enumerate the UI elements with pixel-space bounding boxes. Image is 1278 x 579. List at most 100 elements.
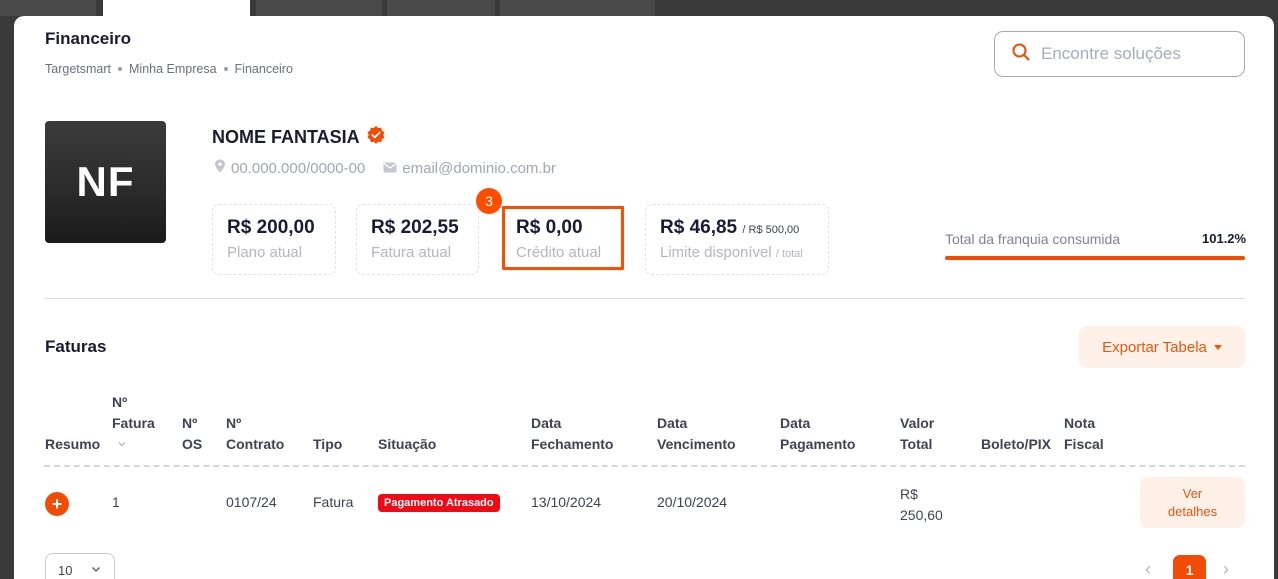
export-table-button[interactable]: Exportar Tabela — [1079, 326, 1245, 368]
stat-label-main: Limite disponível — [660, 244, 772, 261]
caret-down-icon — [1213, 344, 1222, 350]
column-header-line: Total — [900, 436, 933, 452]
column-header-n-fatura[interactable]: Nº Fatura — [112, 392, 155, 455]
pagination-current-page[interactable]: 1 — [1173, 555, 1206, 579]
stat-value-total: / R$ 500,00 — [742, 224, 800, 236]
column-header-line: Data — [531, 415, 562, 431]
search-input[interactable] — [1041, 44, 1221, 64]
franquia-label: Total da franquia consumida — [945, 231, 1121, 247]
column-header-line: Fatura — [112, 415, 155, 431]
company-meta: 00.000.000/0000-00 email@dominio.com.br — [214, 159, 556, 177]
column-header-line: Fechamento — [531, 436, 614, 452]
breadcrumb-item[interactable]: Targetsmart — [45, 62, 111, 76]
column-header-line: Fiscal — [1064, 436, 1104, 452]
company-email[interactable]: email@dominio.com.br — [402, 160, 556, 177]
stat-label: Limite disponível / total — [660, 244, 814, 261]
column-header-n-os[interactable]: Nº OS — [182, 413, 202, 455]
stat-value: R$ 0,00 — [516, 217, 583, 238]
background-tab — [0, 0, 96, 16]
stat-label: Crédito atual — [516, 244, 602, 261]
background-tab-active — [103, 0, 250, 16]
column-header-line: Pagamento — [780, 436, 856, 452]
view-details-label: Ver detalhes — [1168, 485, 1217, 521]
faturas-title: Faturas — [45, 337, 107, 356]
column-header-resumo[interactable]: Resumo — [45, 434, 100, 455]
page-size-value: 10 — [58, 562, 73, 578]
column-header-line: Nº — [112, 394, 128, 410]
column-header-line: Valor — [900, 415, 935, 431]
company-name: NOME FANTASIA — [212, 127, 360, 147]
stat-plano-atual: R$ 200,00 Plano atual — [212, 204, 336, 275]
breadcrumb-item[interactable]: Minha Empresa — [129, 62, 217, 76]
column-header-nota-fiscal[interactable]: Nota Fiscal — [1064, 413, 1104, 455]
main-card: Financeiro Targetsmart Minha Empresa Fin… — [14, 16, 1274, 579]
column-header-line: Contrato — [226, 436, 285, 452]
export-table-label: Exportar Tabela — [1102, 338, 1207, 356]
verified-icon — [366, 125, 386, 150]
search-box[interactable] — [994, 31, 1245, 77]
avatar: NF — [45, 121, 166, 243]
pagination-prev-button[interactable]: ‹ — [1145, 559, 1151, 579]
company-name-row: NOME FANTASIA — [212, 125, 386, 150]
column-header-line: Nº — [226, 415, 242, 431]
cell-line: 250,60 — [900, 507, 943, 523]
envelope-icon — [383, 160, 397, 177]
column-header-line: Nº — [182, 415, 198, 431]
table-header-divider — [44, 465, 1245, 467]
view-details-line: detalhes — [1167, 503, 1218, 519]
email-info: email@dominio.com.br — [383, 160, 556, 177]
divider — [44, 298, 1245, 299]
column-header-valor-total[interactable]: Valor Total — [900, 413, 934, 455]
column-header-line: Data — [780, 415, 811, 431]
cell-n-fatura: 1 — [112, 494, 120, 510]
column-header-tipo[interactable]: Tipo — [313, 434, 342, 455]
search-icon — [1011, 42, 1031, 67]
chevron-down-icon — [112, 434, 155, 455]
column-header-n-contrato[interactable]: Nº Contrato — [226, 413, 284, 455]
stat-value-main: R$ 46,85 — [660, 217, 738, 238]
column-header-situacao[interactable]: Situação — [378, 434, 436, 455]
column-header-data-vencimento[interactable]: Data Vencimento — [657, 413, 736, 455]
stat-label-suffix: / total — [775, 248, 803, 260]
document-info: 00.000.000/0000-00 — [214, 159, 365, 177]
view-details-line: Ver — [1182, 485, 1203, 501]
stat-value: R$ 200,00 — [227, 217, 315, 238]
status-badge: Pagamento Atrasado — [378, 494, 500, 512]
franquia-progress-bar — [945, 256, 1245, 260]
background-tab — [256, 0, 382, 16]
franquia-progress-fill — [945, 256, 1245, 260]
column-header-data-pagamento[interactable]: Data Pagamento — [780, 413, 855, 455]
column-header-line: OS — [182, 436, 203, 452]
browser-background — [0, 0, 1278, 16]
breadcrumb-separator — [118, 67, 122, 71]
page-size-select[interactable]: 10 — [45, 553, 115, 579]
column-header-data-fechamento[interactable]: Data Fechamento — [531, 413, 613, 455]
expand-row-button[interactable]: + — [45, 492, 69, 516]
stat-limite-disponivel: R$ 46,85 / R$ 500,00 Limite disponível /… — [645, 204, 829, 275]
column-header-line: Data — [657, 415, 688, 431]
cell-line: R$ — [900, 486, 918, 502]
column-header-line: Vencimento — [657, 436, 736, 452]
step-number-badge: 3 — [476, 188, 502, 214]
location-pin-icon — [214, 159, 226, 177]
pagination-next-button[interactable]: › — [1223, 559, 1229, 579]
stat-fatura-atual: R$ 202,55 Fatura atual — [356, 204, 479, 275]
column-header-line: Nota — [1064, 415, 1096, 431]
company-document: 00.000.000/0000-00 — [231, 159, 366, 177]
page-title: Financeiro — [45, 29, 131, 48]
cell-valor-total: R$ 250,60 — [900, 484, 943, 526]
view-details-button[interactable]: Ver detalhes — [1140, 477, 1245, 528]
stat-value: R$ 46,85 / R$ 500,00 — [660, 217, 814, 239]
breadcrumb-separator — [223, 67, 228, 71]
column-header-boleto-pix[interactable]: Boleto/PIX — [981, 434, 1051, 455]
stat-label: Plano atual — [227, 244, 303, 261]
cell-data-fechamento: 13/10/2024 — [531, 494, 602, 510]
background-tab — [500, 0, 655, 16]
cell-tipo: Fatura — [313, 494, 354, 510]
franquia-percent: 101.2% — [1202, 231, 1247, 246]
breadcrumb-item: Financeiro — [234, 62, 293, 76]
breadcrumb: Targetsmart Minha Empresa Financeiro — [45, 62, 293, 76]
stat-credito-atual: R$ 0,00 Crédito atual — [501, 204, 625, 275]
background-tab — [387, 0, 495, 16]
chevron-down-icon — [90, 563, 102, 578]
